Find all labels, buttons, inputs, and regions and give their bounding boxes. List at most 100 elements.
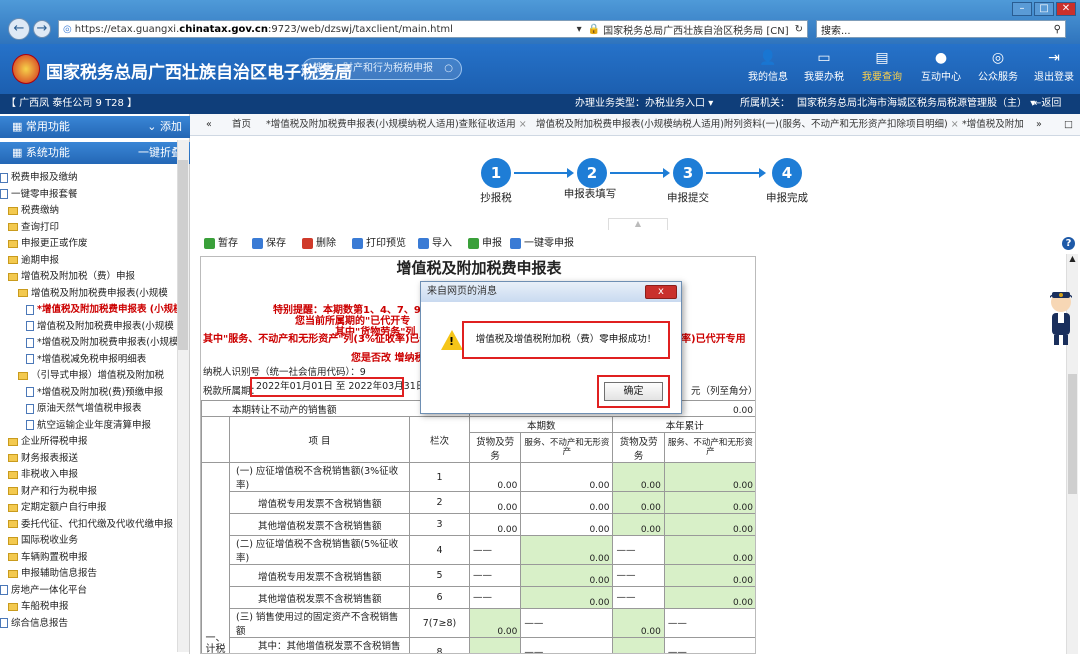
sidebar-item[interactable]: 财务报表报送 [8,451,186,467]
printer-icon [352,237,363,249]
site-identity[interactable]: 国家税务总局广西壮族自治区税务局 [CN] [603,22,788,37]
tabs-scroll-left-icon[interactable]: « [202,114,216,136]
amount-cell[interactable]: 0.00 [663,564,755,587]
sidebar-scroll-thumb[interactable] [178,160,188,350]
org-select[interactable]: 国家税务总局北海市海城区税务局税源管理股（主） ▾ [797,94,1035,114]
sidebar-item[interactable]: 房地产一体化平台 [0,583,178,599]
sidebar-item[interactable]: 财产和行为税申报 [8,484,186,500]
url-prefix: https://etax.guangxi. [74,23,180,35]
collapse-all-link[interactable]: 一键折叠 [138,142,182,164]
sidebar-item[interactable]: 申报辅助信息报告 [8,566,186,582]
amount-cell[interactable]: 0.00 [520,564,614,587]
sidebar-item[interactable]: 国际税收业务 [8,533,186,549]
search-icon[interactable]: ○ [444,59,453,79]
tab-vat-schedule[interactable]: 增值税及附加税费申报表(小规模纳税人适用)附列资料(一)(服务、不动产和无形资产… [532,114,963,136]
tabs-menu-icon[interactable]: □ [1060,114,1077,136]
amount-cell[interactable]: 0.00 [612,608,665,638]
sidebar-item[interactable]: 非税收入申报 [8,467,186,483]
sidebar-item[interactable]: 增值税及附加税（费）申报 [8,269,186,285]
table-row: (二) 应征增值税不含税销售额(5%征收率) 4 —— 0.00 —— 0.00 [202,535,755,565]
amount-cell[interactable]: 0.00 [520,535,614,565]
ok-button[interactable]: 确定 [604,382,663,401]
browser-search-input[interactable]: 搜索... ⚲ [816,20,1066,38]
step-3-circle: 3 [673,158,703,188]
assistant-mascot-icon[interactable] [1046,288,1076,348]
help-icon[interactable]: ? [1062,237,1075,250]
amount-cell[interactable]: 0.00 [520,513,614,536]
dialog-close-button[interactable]: x [645,285,677,299]
close-icon[interactable]: × [519,119,527,130]
amount-cell[interactable]: 0.00 [520,586,614,609]
site-search-input[interactable]: 搜索：财产和行为税税申报 ○ [302,58,462,80]
submit-return-button[interactable]: 申报 [468,234,502,254]
save-button[interactable]: 保存 [252,234,286,254]
amount-cell[interactable]: 0.00 [663,535,755,565]
sidebar-item[interactable]: 申报更正或作废 [8,236,186,252]
unit-label: 元（列至角分） [691,386,756,397]
sidebar-item[interactable]: 定期定额户自行申报 [8,500,186,516]
save-draft-button[interactable]: 暂存 [204,234,238,254]
amount-cell[interactable]: 0.00 [663,513,755,536]
sidebar-common-functions[interactable]: ▦ 常用功能 ⌄ 添加 [0,116,190,138]
amount-cell[interactable]: 0.00 [612,491,665,514]
sidebar-item[interactable]: 查询打印 [8,220,186,236]
nav-my-info[interactable]: 👤 我的信息 [742,50,794,83]
nav-interaction[interactable]: ● 互动中心 [915,50,967,83]
collapse-steps-icon[interactable]: ▲ [608,218,668,230]
tab-vat-return[interactable]: *增值税及附加税费申报表(小规模纳税人适用)查账征收适用 × [262,114,531,136]
scroll-up-icon[interactable]: ▲ [1067,254,1078,264]
import-button[interactable]: 导入 [418,234,452,254]
amount-cell[interactable]: 0.00 [663,491,755,514]
sidebar-item[interactable]: （引导式申报）增值税及附加税 [18,368,196,384]
amount-cell[interactable]: 0.00 [468,462,522,492]
sidebar-item[interactable]: 车船税申报 [8,599,186,615]
search-icon[interactable]: ⚲ [1054,24,1061,35]
sidebar-item[interactable]: 逾期申报 [8,253,186,269]
sidebar-item[interactable]: 委托代征、代扣代缴及代收代缴申报 [8,517,186,533]
sidebar-item[interactable]: 综合信息报告 [0,616,178,632]
nav-query[interactable]: ▤ 我要查询 [856,50,908,83]
taxpayer-name: 【 广西凤 泰任公司 9 T28 】 [6,98,138,109]
nav-public-service[interactable]: ◎ 公众服务 [972,50,1024,83]
tab-vat-more[interactable]: *增值税及附加 [958,114,1028,136]
amount-cell[interactable]: 0.00 [612,462,665,492]
sidebar-item[interactable]: 一键零申报套餐 [0,187,178,203]
amount-cell[interactable]: 0.00 [520,462,614,492]
refresh-icon[interactable]: ↻ [795,24,803,35]
sidebar-item[interactable]: 税费申报及缴纳 [0,170,178,186]
tax-period-field[interactable]: 2022年01月01日 至 2022年03月31日 [250,377,425,397]
amount-cell[interactable]: 0.00 [468,637,522,653]
sidebar-item[interactable]: 增值税及附加税费申报表(小规模 [18,286,196,302]
print-preview-button[interactable]: 打印预览 [352,234,406,254]
return-table: 本期转让不动产的销售额 0.00 项 目 栏次 本期数 本年累计 货物及劳务 服… [201,400,755,653]
nav-logout[interactable]: ⇥ 退出登录 [1028,50,1080,83]
amount-cell[interactable]: 0.00 [520,491,614,514]
biz-type-select[interactable]: 办税业务入口 ▾ [645,94,713,114]
zero-return-button[interactable]: 一键零申报 [510,234,574,254]
amount-cell[interactable]: 0.00 [612,637,665,653]
amount-cell[interactable]: 0.00 [612,513,665,536]
back-arrow-icon[interactable]: ← [8,18,30,40]
amount-cell[interactable]: 0.00 [468,513,522,536]
close-window-icon[interactable]: ✕ [1056,2,1076,16]
minimize-icon[interactable]: – [1012,2,1032,16]
tabs-scroll-right-icon[interactable]: » [1032,114,1046,136]
sidebar-item[interactable]: 车辆购置税申报 [8,550,186,566]
amount-cell[interactable]: 0.00 [468,491,522,514]
sidebar-item[interactable]: 企业所得税申报 [8,434,186,450]
nav-tax-handling[interactable]: ▭ 我要办税 [798,50,850,83]
amount-cell[interactable]: 0.00 [663,586,755,609]
dropdown-icon[interactable]: ▾ [577,24,582,35]
address-bar[interactable]: ◎ https://etax.guangxi. chinatax.gov.cn:9… [58,20,808,38]
maximize-icon[interactable]: □ [1034,2,1054,16]
sidebar-item[interactable]: 税费缴纳 [8,203,186,219]
amount-cell[interactable]: 0.00 [468,608,522,638]
page-scroll-thumb[interactable] [1068,374,1077,494]
sidebar-system-functions[interactable]: ▦ 系统功能 一键折叠 [0,142,190,164]
back-link[interactable]: ⇤返回 [1033,94,1061,114]
delete-button[interactable]: 删除 [302,234,336,254]
tab-home[interactable]: 首页 [228,114,255,136]
amount-cell[interactable]: 0.00 [663,462,755,492]
add-common-link[interactable]: ⌄ 添加 [147,116,182,138]
forward-arrow-icon[interactable]: → [33,20,51,38]
